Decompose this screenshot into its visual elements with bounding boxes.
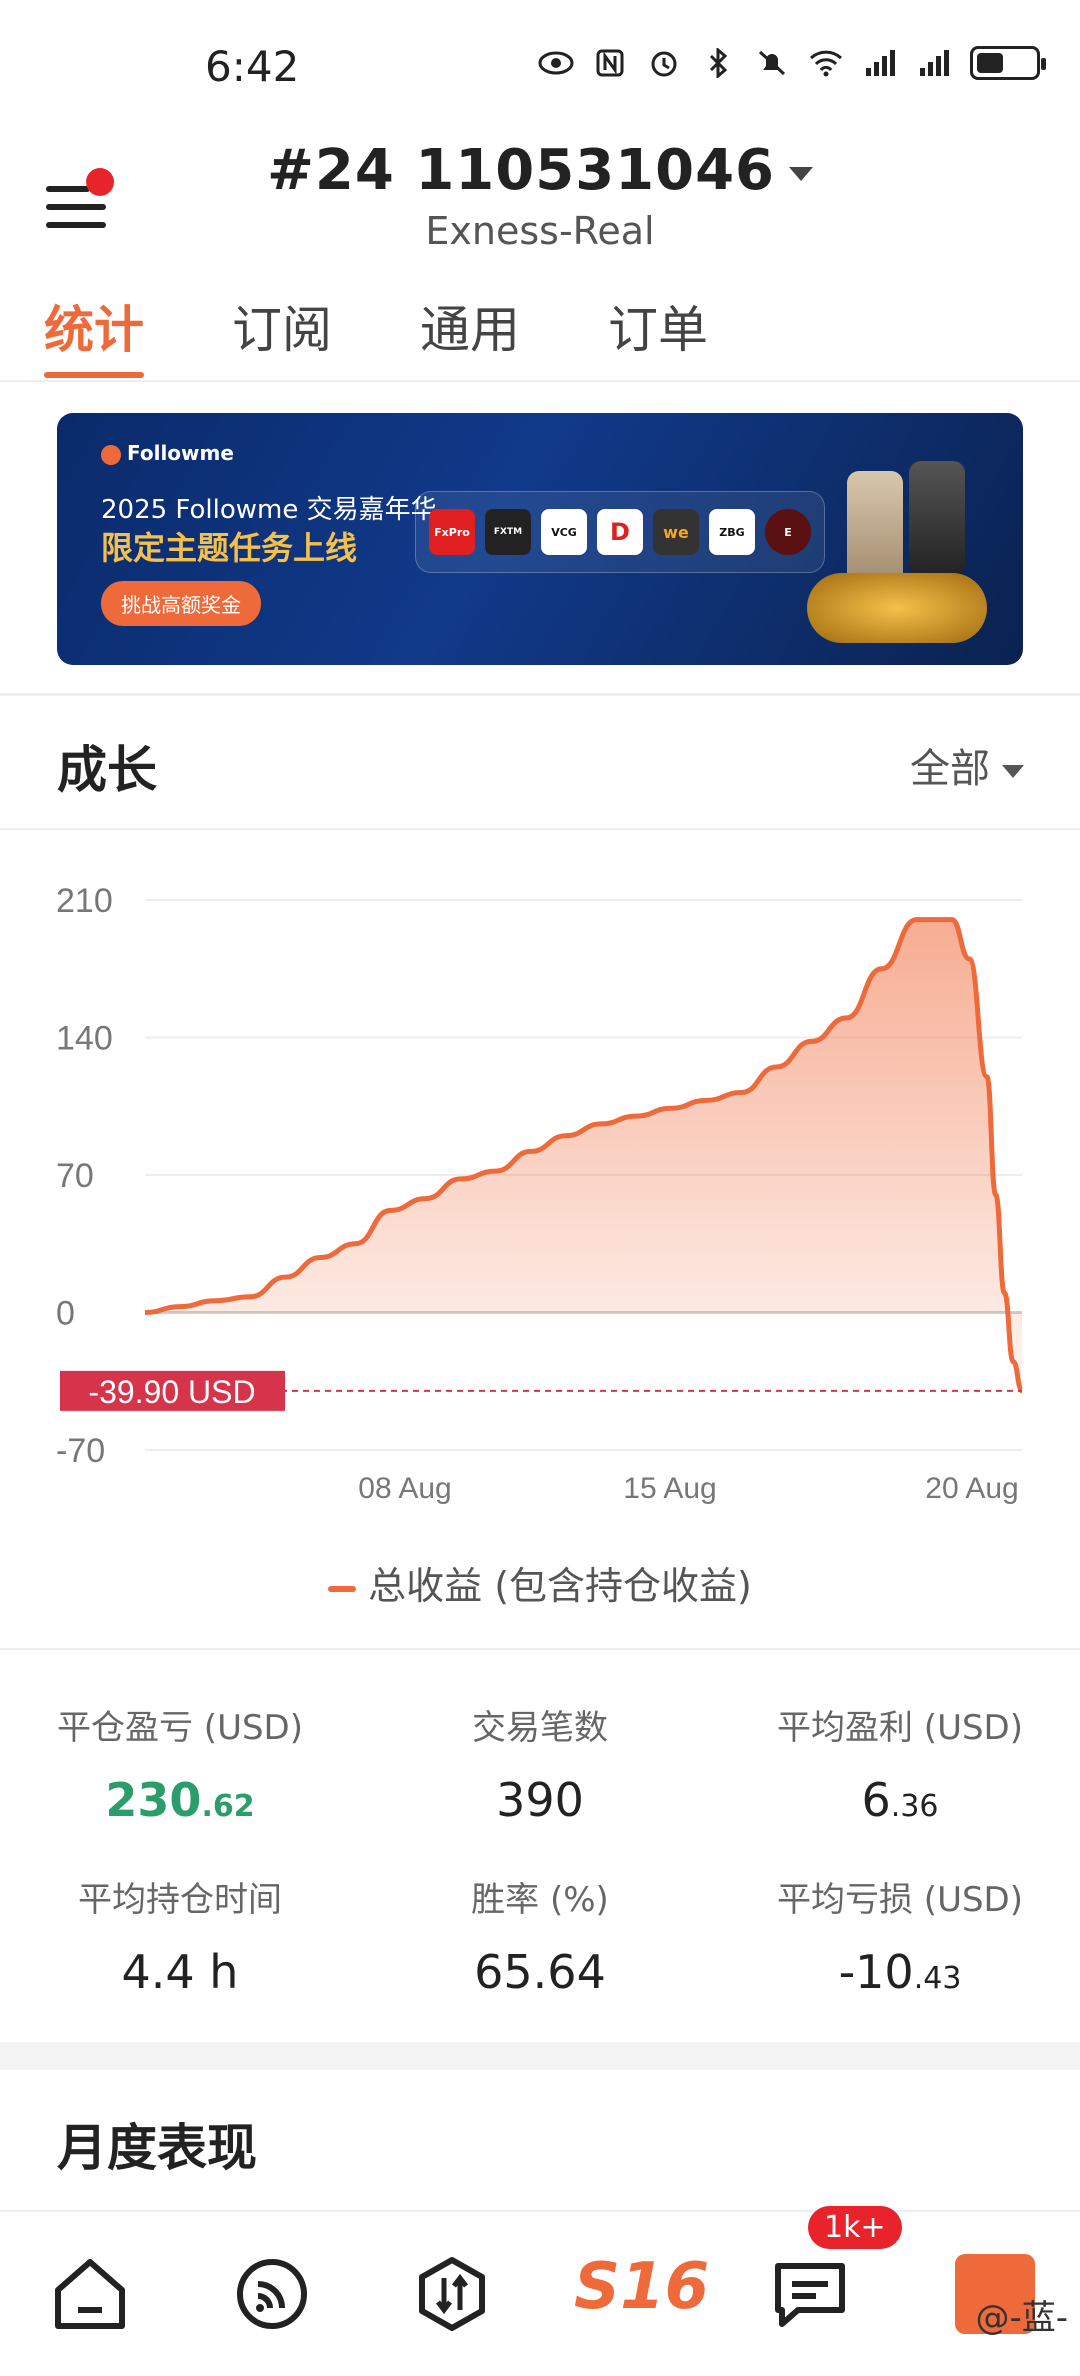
stat-label: 平均持仓时间 <box>78 1880 282 1920</box>
stat-value: 6.36 <box>720 1773 1080 1827</box>
home-icon[interactable] <box>50 2254 130 2334</box>
signal-4g-icon <box>920 50 949 76</box>
watermark: @-蓝- <box>975 2298 1068 2338</box>
growth-range-dropdown[interactable]: 全部 <box>910 736 1024 794</box>
tab-bar: 统计 订阅 通用 订单 <box>0 272 1080 382</box>
growth-title: 成长 <box>57 741 157 799</box>
alarm-icon <box>651 51 677 77</box>
stat-value-int: 4.4 h <box>121 1945 239 1999</box>
phone-image <box>847 471 903 587</box>
status-icons <box>538 46 1046 80</box>
divider <box>0 1648 1080 1650</box>
stat-value: -10.43 <box>720 1945 1080 1999</box>
stat-value-int: -10 <box>838 1945 914 1999</box>
legend-swatch <box>328 1585 357 1592</box>
promo-banner[interactable]: Followme 2025 Followme 交易嘉年华 限定主题任务上线 挑战… <box>57 413 1023 665</box>
divider <box>0 828 1080 830</box>
partner-logo: FxPro <box>429 509 475 555</box>
tab-orders[interactable]: 订单 <box>608 290 708 362</box>
stat-value-int: 230 <box>105 1773 202 1827</box>
section-separator <box>0 2042 1080 2070</box>
partner-logo: E <box>765 509 811 555</box>
status-bar: 6:42 <box>0 0 1080 130</box>
eye-icon <box>538 51 574 75</box>
banner-cta-button[interactable]: 挑战高额奖金 <box>101 581 261 626</box>
gold-coins-image <box>807 573 987 643</box>
tab-general[interactable]: 通用 <box>420 290 520 362</box>
stat-label: 平仓盈亏 (USD) <box>57 1708 303 1748</box>
chart-legend: 总收益 (包含持仓收益) <box>0 1555 1080 1610</box>
x-tick-label: 15 Aug <box>623 1472 716 1505</box>
stat-item: 胜率 (%) 65.64 <box>360 1872 720 1999</box>
stat-value-dec: .43 <box>913 1961 962 1996</box>
stat-label: 平均亏损 (USD) <box>777 1880 1023 1920</box>
chevron-down-icon <box>1002 764 1024 778</box>
chevron-down-icon <box>789 166 814 181</box>
nfc-icon <box>596 49 624 77</box>
tab-subscribe[interactable]: 订阅 <box>232 290 332 362</box>
message-icon[interactable] <box>770 2254 850 2334</box>
partner-logo: FXTM <box>485 509 531 555</box>
signal-5g-icon <box>866 50 895 76</box>
banner-brand: Followme <box>127 441 234 465</box>
y-tick-label: 70 <box>56 1157 94 1195</box>
mute-bell-icon <box>758 50 786 76</box>
stat-label: 胜率 (%) <box>471 1880 609 1920</box>
stat-value-dec: .62 <box>201 1789 255 1824</box>
status-time: 6:42 <box>205 42 300 91</box>
stat-value-dec: .36 <box>890 1789 939 1824</box>
stat-value-int: 65.64 <box>474 1945 606 1999</box>
partner-logos: FxPro FXTM VCG D we ZBG E <box>415 491 825 573</box>
app-header: #24 110531046 Exness-Real <box>0 130 1080 270</box>
stat-item: 平均亏损 (USD) -10.43 <box>720 1872 1080 1999</box>
trade-icon[interactable] <box>412 2254 492 2334</box>
account-number: #24 110531046 <box>266 138 776 203</box>
current-value-label: -39.90 USD <box>88 1374 255 1410</box>
x-tick-label: 08 Aug <box>358 1472 451 1505</box>
stat-value: 230.62 <box>0 1773 360 1827</box>
bottom-nav: S16 1k+ @-蓝- <box>0 2206 1080 2376</box>
s16-nav-button[interactable]: S16 <box>574 2250 709 2324</box>
wifi-icon <box>809 50 843 77</box>
tab-stats[interactable]: 统计 <box>44 290 144 362</box>
feed-icon[interactable] <box>232 2254 312 2334</box>
followme-logo-icon <box>101 444 121 465</box>
stat-value: 4.4 h <box>0 1945 360 1999</box>
legend-label: 总收益 (包含持仓收益) <box>368 1564 752 1608</box>
message-badge: 1k+ <box>808 2206 902 2249</box>
stat-value-int: 6 <box>861 1773 891 1827</box>
monthly-title: 月度表现 <box>57 2119 257 2177</box>
stat-value-int: 390 <box>496 1773 584 1827</box>
stat-value: 65.64 <box>360 1945 720 1999</box>
bluetooth-icon <box>709 48 728 78</box>
stat-item: 平仓盈亏 (USD) 230.62 <box>0 1700 360 1827</box>
y-tick-label: 210 <box>56 882 113 920</box>
y-tick-label: 0 <box>56 1295 75 1333</box>
banner-line2: 限定主题任务上线 <box>101 529 358 567</box>
account-selector[interactable]: #24 110531046 Exness-Real <box>0 138 1080 253</box>
x-tick-label: 20 Aug <box>925 1472 1018 1505</box>
battery-icon <box>970 46 1046 80</box>
y-tick-label: 140 <box>56 1020 113 1058</box>
stat-item: 平均持仓时间 4.4 h <box>0 1872 360 1999</box>
partner-logo: D <box>597 509 643 555</box>
y-tick-label: -70 <box>56 1432 105 1470</box>
tab-indicator <box>44 372 144 378</box>
stat-label: 交易笔数 <box>472 1708 608 1748</box>
partner-logo: VCG <box>541 509 587 555</box>
partner-logo: we <box>653 509 699 555</box>
divider <box>0 693 1080 696</box>
partner-logo: ZBG <box>709 509 755 555</box>
phone-image <box>909 461 965 577</box>
account-server: Exness-Real <box>425 209 655 253</box>
banner-line1: 2025 Followme 交易嘉年华 <box>101 495 437 525</box>
growth-chart: 210 140 70 0 -70 08 Aug 15 Aug 20 Aug -39.90 USD <box>56 882 1025 1505</box>
stat-label: 平均盈利 (USD) <box>777 1708 1023 1748</box>
series-area <box>145 919 1022 1391</box>
stat-item: 平均盈利 (USD) 6.36 <box>720 1700 1080 1827</box>
stat-item: 交易笔数 390 <box>360 1700 720 1827</box>
stat-value: 390 <box>360 1773 720 1827</box>
